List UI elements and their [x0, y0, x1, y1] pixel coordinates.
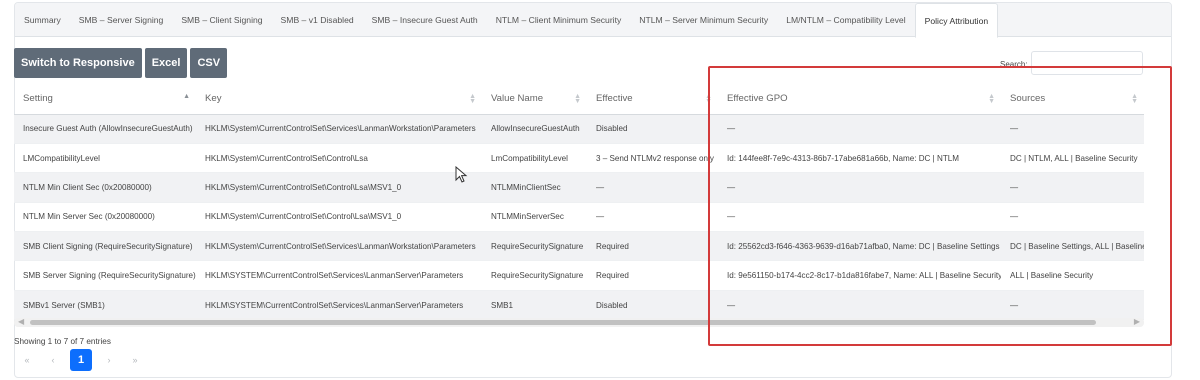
column-header-key[interactable]: Key ▲ ▼	[196, 84, 482, 115]
table-cell: —	[718, 290, 1001, 321]
table-row: SMBv1 Server (SMB1) HKLM\SYSTEM\CurrentCo…	[14, 290, 1144, 321]
table-cell: SMB Client Signing (RequireSecuritySigna…	[14, 231, 196, 262]
table-info: Showing 1 to 7 of 7 entries	[14, 337, 111, 346]
previous-page-button[interactable]: ‹	[40, 349, 66, 371]
table-cell: —	[1001, 114, 1144, 144]
tab-ntlm-server-minimum-security[interactable]: NTLM – Server Minimum Security	[630, 3, 777, 37]
tab-ntlm-client-minimum-security[interactable]: NTLM – Client Minimum Security	[487, 3, 631, 37]
tab-smb-client-signing[interactable]: SMB – Client Signing	[172, 3, 271, 37]
csv-export-button[interactable]: CSV	[190, 48, 228, 78]
sort-icon: ▲	[183, 93, 190, 100]
table-cell: HKLM\System\CurrentControlSet\Services\L…	[196, 231, 482, 262]
table-cell: —	[718, 172, 1001, 203]
table-cell: HKLM\System\CurrentControlSet\Control\Ls…	[196, 143, 482, 174]
scroll-right-icon[interactable]: ▶	[1134, 317, 1140, 326]
switch-to-responsive-button[interactable]: Switch to Responsive	[14, 48, 142, 78]
table-cell: HKLM\System\CurrentControlSet\Control\Ls…	[196, 202, 482, 233]
table-cell: LMCompatibilityLevel	[14, 143, 196, 174]
table-cell: SMBv1 Server (SMB1)	[14, 290, 196, 321]
horizontal-scrollbar[interactable]: ◀ ▶	[14, 317, 1144, 327]
table-cell: Id: 25562cd3-f646-4363-9639-d16ab71afba0…	[718, 231, 1001, 262]
pagination: « ‹ 1 › »	[14, 349, 148, 371]
table-cell: SMB Server Signing (RequireSecuritySigna…	[14, 260, 196, 291]
table-cell: HKLM\System\CurrentControlSet\Control\Ls…	[196, 172, 482, 203]
table-cell: ALL | Baseline Security	[1001, 260, 1144, 291]
table-row: SMB Client Signing (RequireSecuritySigna…	[14, 231, 1144, 262]
column-header-label: Setting	[23, 93, 53, 105]
sort-icon: ▲ ▼	[705, 93, 712, 105]
sort-icon: ▲ ▼	[574, 93, 581, 105]
table-cell: AllowInsecureGuestAuth	[482, 114, 587, 144]
column-header-label: Effective GPO	[727, 93, 788, 105]
column-header-label: Value Name	[491, 93, 544, 105]
table-cell: —	[1001, 202, 1144, 233]
table-cell: —	[1001, 172, 1144, 203]
mouse-cursor-icon	[455, 166, 468, 183]
column-header-effective-gpo[interactable]: Effective GPO ▲ ▼	[718, 84, 1001, 115]
first-page-button[interactable]: «	[14, 349, 40, 371]
column-header-label: Effective	[596, 93, 633, 105]
column-header-effective[interactable]: Effective ▲ ▼	[587, 84, 718, 115]
table-cell: HKLM\System\CurrentControlSet\Services\L…	[196, 114, 482, 144]
table-row: NTLM Min Client Sec (0x20080000) HKLM\Sys…	[14, 172, 1144, 203]
table-cell: DC | NTLM, ALL | Baseline Security	[1001, 143, 1144, 174]
sort-icon: ▲ ▼	[1131, 93, 1138, 105]
policy-attribution-table: Setting ▲ Key ▲ ▼ Value Name ▲ ▼ Effective ▲ ▼ Effe…	[14, 84, 1144, 321]
column-header-value-name[interactable]: Value Name ▲ ▼	[482, 84, 587, 115]
tab-smb-v1-disabled[interactable]: SMB – v1 Disabled	[272, 3, 363, 37]
table-cell: Disabled	[587, 290, 718, 321]
table-cell: DC | Baseline Settings, ALL | Baseline S	[1001, 231, 1144, 262]
table-cell: SMB1	[482, 290, 587, 321]
table-cell: Id: 144fee8f-7e9c-4313-86b7-17abe681a66b…	[718, 143, 1001, 174]
last-page-button[interactable]: »	[122, 349, 148, 371]
column-header-sources[interactable]: Sources ▲ ▼	[1001, 84, 1144, 115]
table-cell: —	[587, 202, 718, 233]
table-cell: HKLM\SYSTEM\CurrentControlSet\Services\L…	[196, 290, 482, 321]
sort-icon: ▲ ▼	[988, 93, 995, 105]
column-header-label: Key	[205, 93, 222, 105]
tab-smb-server-signing[interactable]: SMB – Server Signing	[70, 3, 173, 37]
table-cell: —	[1001, 290, 1144, 321]
table-row: Insecure Guest Auth (AllowInsecureGuestA…	[14, 114, 1144, 144]
sort-icon: ▲ ▼	[469, 93, 476, 105]
table-cell: HKLM\SYSTEM\CurrentControlSet\Services\L…	[196, 260, 482, 291]
table-header-row: Setting ▲ Key ▲ ▼ Value Name ▲ ▼ Effective ▲ ▼ Effe…	[14, 84, 1144, 115]
search-label: Search:	[1000, 60, 1028, 69]
table-cell: —	[718, 202, 1001, 233]
table-cell: NTLM Min Server Sec (0x20080000)	[14, 202, 196, 233]
table-row: SMB Server Signing (RequireSecuritySigna…	[14, 260, 1144, 291]
table-cell: —	[718, 114, 1001, 144]
table-cell: Required	[587, 231, 718, 262]
table-cell: NTLMMinServerSec	[482, 202, 587, 233]
table-cell: Id: 9e561150-b174-4cc2-8c17-b1da816fabe7…	[718, 260, 1001, 291]
excel-export-button[interactable]: Excel	[144, 48, 188, 78]
tab-lm-ntlm-compatibility-level[interactable]: LM/NTLM – Compatibility Level	[777, 3, 914, 37]
tab-bar: Summary SMB – Server Signing SMB – Client …	[15, 3, 1171, 38]
tab-smb-insecure-guest-auth[interactable]: SMB – Insecure Guest Auth	[363, 3, 487, 37]
table-cell: RequireSecuritySignature	[482, 231, 587, 262]
scrollbar-thumb[interactable]	[30, 320, 1096, 325]
table-cell: 3 – Send NTLMv2 response only	[587, 143, 718, 174]
table-cell: NTLMMinClientSec	[482, 172, 587, 203]
table-cell: —	[587, 172, 718, 203]
table-cell: NTLM Min Client Sec (0x20080000)	[14, 172, 196, 203]
table-row: NTLM Min Server Sec (0x20080000) HKLM\Sys…	[14, 202, 1144, 233]
next-page-button[interactable]: ›	[96, 349, 122, 371]
export-toolbar: Switch to Responsive Excel CSV	[14, 48, 228, 78]
table-cell: RequireSecuritySignature	[482, 260, 587, 291]
search-input[interactable]	[1031, 51, 1143, 75]
page-1-button[interactable]: 1	[70, 349, 92, 371]
scroll-left-icon[interactable]: ◀	[18, 317, 24, 326]
table-row: LMCompatibilityLevel HKLM\System\CurrentC…	[14, 143, 1144, 174]
table-cell: Required	[587, 260, 718, 291]
tab-policy-attribution[interactable]: Policy Attribution	[914, 3, 999, 38]
column-header-label: Sources	[1010, 93, 1046, 105]
table-cell: Disabled	[587, 114, 718, 144]
table-cell: LmCompatibilityLevel	[482, 143, 587, 174]
tab-summary[interactable]: Summary	[15, 3, 70, 37]
table-cell: Insecure Guest Auth (AllowInsecureGuestA…	[14, 114, 196, 144]
column-header-setting[interactable]: Setting ▲	[14, 84, 196, 115]
